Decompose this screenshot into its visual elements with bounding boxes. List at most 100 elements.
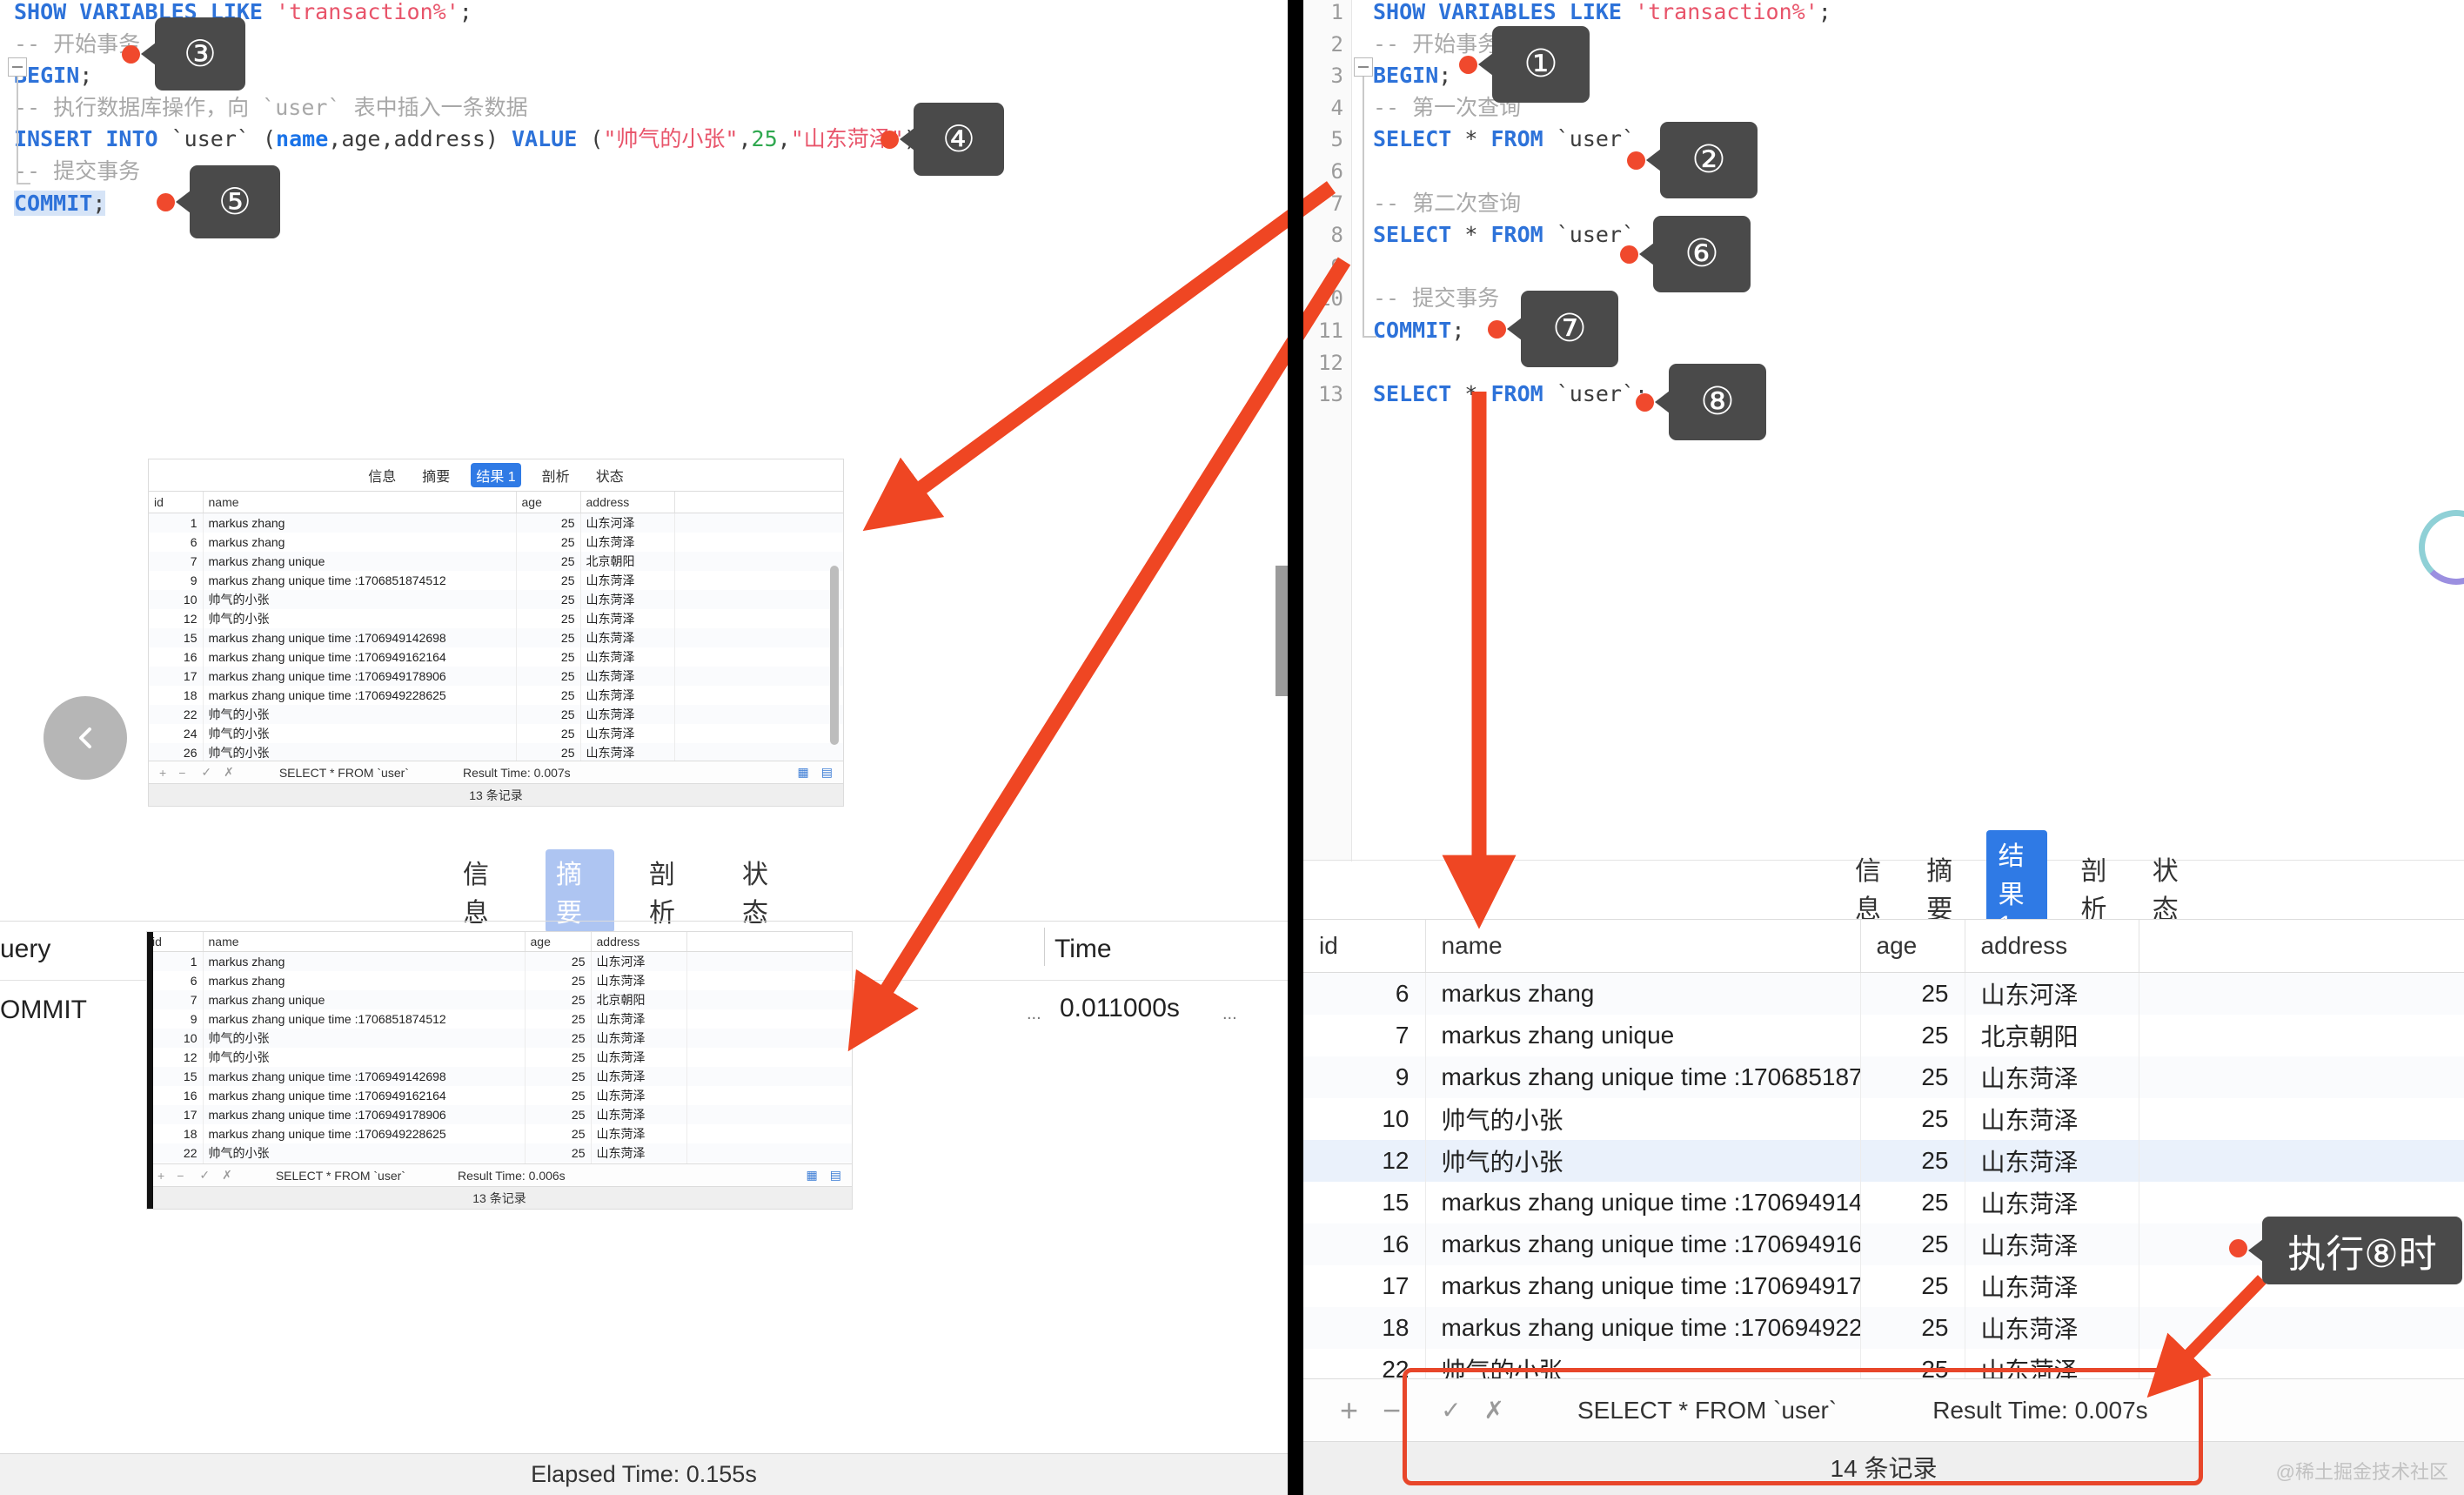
cell-name[interactable]: 帅气的小张 [203, 723, 517, 743]
cancel-icon[interactable]: ✗ [1484, 1396, 1504, 1425]
cell-id[interactable]: 16 [147, 1085, 204, 1105]
cell-age[interactable]: 25 [516, 704, 581, 724]
cell-name[interactable]: 帅气的小张 [203, 1047, 526, 1067]
right-result-toolbar[interactable]: + − ✓ ✗ SELECT * FROM `user` Result Time… [1303, 1378, 2464, 1441]
tab-right-剖析[interactable]: 剖析 [2068, 845, 2119, 930]
cell-name[interactable]: markus zhang [203, 532, 517, 552]
table-row[interactable]: 10 帅气的小张 25 山东菏泽 [149, 589, 843, 609]
cell-name[interactable]: 帅气的小张 [203, 589, 517, 609]
confirm-icon[interactable]: ✓ [1441, 1396, 1461, 1425]
cell-age[interactable]: 25 [516, 532, 581, 552]
cell-name[interactable]: markus zhang unique time :1706949178906 [203, 1104, 526, 1124]
cell-name[interactable]: markus zhang unique time :1706949228625 [1425, 1306, 1861, 1349]
table-row[interactable]: 12 帅气的小张 25 山东菏泽 [149, 608, 843, 628]
cell-address[interactable]: 山东菏泽 [580, 589, 675, 609]
cell-id[interactable]: 7 [147, 989, 204, 1009]
grid-view-icon[interactable]: ▦ [807, 1168, 818, 1183]
cell-address[interactable]: 山东菏泽 [1965, 1056, 2139, 1098]
cell-name[interactable]: markus zhang unique time :1706949178906 [1425, 1264, 1861, 1307]
cell-age[interactable]: 25 [525, 1009, 592, 1029]
form-view-icon[interactable]: ▤ [821, 765, 833, 780]
cell-id[interactable]: 7 [1303, 1014, 1426, 1056]
cell-age[interactable]: 25 [516, 666, 581, 686]
table-row[interactable]: 18markus zhang unique time :170694922862… [149, 685, 843, 705]
table-row[interactable]: 7 markus zhang unique 25 北京朝阳 [1303, 1014, 2464, 1056]
cell-id[interactable]: 17 [1303, 1264, 1426, 1307]
table-row[interactable]: 7 markus zhang unique 25 北京朝阳 [147, 989, 852, 1009]
tab-top-left-状态[interactable]: 状态 [591, 463, 629, 487]
table-row[interactable]: 24帅气的小张25山东菏泽 [149, 723, 843, 743]
cell-age[interactable]: 25 [516, 608, 581, 628]
cell-age[interactable]: 25 [1860, 1181, 1965, 1223]
column-header-id[interactable]: id [1303, 920, 1426, 973]
cell-address[interactable]: 山东菏泽 [580, 532, 675, 552]
result-toolbar-top-left[interactable]: + − ✓ ✗ SELECT * FROM `user` Result Time… [149, 761, 843, 783]
cell-id[interactable]: 24 [149, 723, 204, 743]
table-row[interactable]: 10 帅气的小张 25 山东菏泽 [1303, 1097, 2464, 1140]
cell-name[interactable]: markus zhang unique time :1706851874512 [1425, 1056, 1861, 1098]
cell-name[interactable]: markus zhang [203, 970, 526, 990]
vertical-scrollbar-top-left[interactable] [830, 566, 839, 745]
cell-age[interactable]: 25 [525, 1066, 592, 1086]
summary-tabs[interactable]: 信息 摘要 剖析 状态 [452, 849, 800, 933]
table-row[interactable]: 9markus zhang unique time :1706851874512… [1303, 1056, 2464, 1098]
table-row[interactable]: 16markus zhang unique time :170694916216… [147, 1085, 852, 1105]
cell-address[interactable]: 山东菏泽 [591, 1009, 687, 1029]
cell-name[interactable]: markus zhang [203, 513, 517, 533]
cell-address[interactable]: 山东菏泽 [1965, 1181, 2139, 1223]
cell-id[interactable]: 1 [147, 951, 204, 971]
cell-id[interactable]: 17 [147, 1104, 204, 1124]
column-header-id[interactable]: id [149, 492, 204, 513]
grid-view-icon[interactable]: ▦ [798, 765, 809, 780]
cell-address[interactable]: 山东菏泽 [1965, 1097, 2139, 1140]
cell-age[interactable]: 25 [516, 685, 581, 705]
table-row[interactable]: 6 markus zhang 25 山东菏泽 [149, 532, 843, 552]
cell-name[interactable]: markus zhang unique time :1706949142698 [203, 1066, 526, 1086]
cell-address[interactable]: 山东菏泽 [580, 704, 675, 724]
cell-address[interactable]: 山东菏泽 [580, 608, 675, 628]
cell-name[interactable]: 帅气的小张 [203, 1028, 526, 1048]
cell-name[interactable]: markus zhang unique time :1706949142698 [203, 627, 517, 647]
cell-name[interactable]: 帅气的小张 [203, 704, 517, 724]
table-row[interactable]: 7 markus zhang unique 25 北京朝阳 [149, 551, 843, 571]
cell-age[interactable]: 25 [525, 1047, 592, 1067]
form-view-icon[interactable]: ▤ [830, 1168, 841, 1183]
result-grid-top-left[interactable]: 信息 摘要 结果 1 剖析 状态 id name age address 1 markus zha… [148, 459, 844, 807]
cell-name[interactable]: 帅气的小张 [203, 1143, 526, 1163]
cell-age[interactable]: 25 [525, 951, 592, 971]
cell-age[interactable]: 25 [525, 970, 592, 990]
pane-divider[interactable] [1288, 0, 1303, 1495]
cell-name[interactable]: markus zhang unique [1425, 1014, 1861, 1056]
cell-address[interactable]: 山东菏泽 [591, 1066, 687, 1086]
cell-age[interactable]: 25 [525, 1104, 592, 1124]
column-header-address[interactable]: address [580, 492, 675, 513]
tab-right-信息[interactable]: 信息 [1843, 845, 1893, 930]
cell-id[interactable]: 18 [149, 685, 204, 705]
column-header-name[interactable]: name [1425, 920, 1861, 973]
cell-age[interactable]: 25 [1860, 1056, 1965, 1098]
cell-address[interactable]: 山东菏泽 [1965, 1264, 2139, 1307]
table-row[interactable]: 6 markus zhang 25 山东菏泽 [147, 970, 852, 990]
table-row[interactable]: 26帅气的小张25山东菏泽 [149, 742, 843, 761]
tab-top-left-剖析[interactable]: 剖析 [537, 463, 575, 487]
cell-id[interactable]: 10 [149, 589, 204, 609]
cell-id[interactable]: 15 [147, 1066, 204, 1086]
cell-id[interactable]: 9 [1303, 1056, 1426, 1098]
table-row[interactable]: 9markus zhang unique time :1706851874512… [149, 570, 843, 590]
column-header-id[interactable]: id [147, 932, 204, 952]
cell-id[interactable]: 6 [149, 532, 204, 552]
cell-age[interactable]: 25 [1860, 1306, 1965, 1349]
column-header-age[interactable]: age [525, 932, 592, 952]
table-row[interactable]: 17markus zhang unique time :170694917890… [147, 1104, 852, 1124]
table-row[interactable]: 9markus zhang unique time :1706851874512… [147, 1009, 852, 1029]
result-tabs-top-left[interactable]: 信息 摘要 结果 1 剖析 状态 [149, 459, 843, 491]
cell-name[interactable]: markus zhang unique time :1706851874512 [203, 1009, 526, 1029]
cell-id[interactable]: 16 [149, 647, 204, 667]
cell-name[interactable]: markus zhang unique [203, 989, 526, 1009]
cell-name[interactable]: markus zhang unique time :1706949162164 [203, 1085, 526, 1105]
divider-grip[interactable] [1276, 566, 1288, 696]
table-row[interactable]: 22 帅气的小张 25 山东菏泽 [147, 1143, 852, 1163]
cell-id[interactable]: 12 [1303, 1139, 1426, 1182]
cell-age[interactable]: 25 [525, 1085, 592, 1105]
cell-age[interactable]: 25 [1860, 972, 1965, 1015]
